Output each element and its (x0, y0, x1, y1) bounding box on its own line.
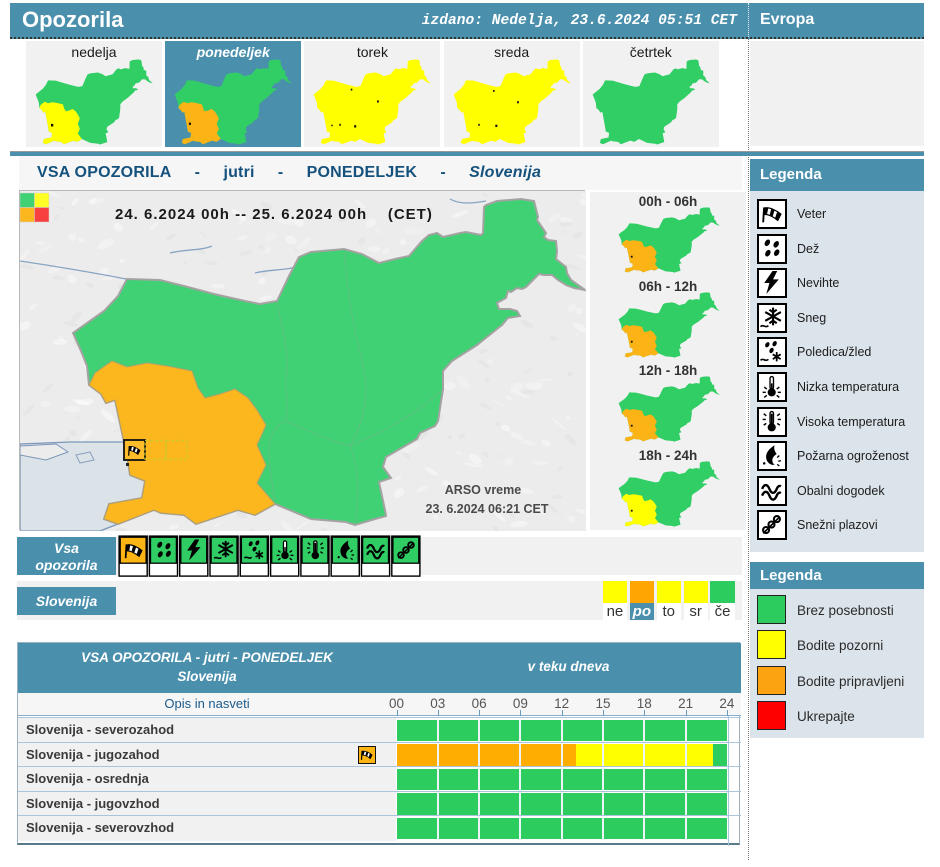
svg-text:24. 6.2024 00h -- 25. 6.202: 24. 6.2024 00h -- 25. 6.2024 00h (CET) (115, 206, 433, 223)
svg-text:ARSO vreme: ARSO vreme (445, 483, 521, 497)
svg-text:23. 6.2024 06:21 CET: 23. 6.2024 06:21 CET (426, 502, 549, 516)
